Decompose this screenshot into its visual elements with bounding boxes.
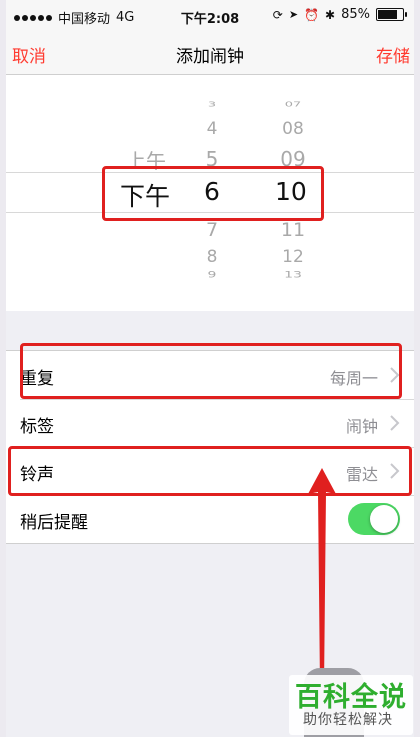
orientation-lock-icon: ⟳ [272, 7, 283, 22]
annotation-arrow-icon [308, 468, 336, 688]
hour-option: 8 [206, 247, 218, 267]
minute-option: 08 [282, 119, 304, 139]
hour-option: 7 [205, 219, 219, 241]
label-value: 闹钟 [345, 417, 378, 436]
hour-option: 4 [206, 119, 218, 139]
snooze-toggle[interactable] [348, 503, 400, 535]
toggle-knob [370, 505, 398, 533]
alarm-screen: 中国移动 4G 下午2:08 ⟳ ➤ ⏰ ✱ 85% 取消 添加闹钟 存储 上午… [6, 0, 414, 737]
minute-option: 07 [284, 100, 302, 109]
navigation-bar: 取消 添加闹钟 存储 [6, 32, 414, 75]
watermark-logo: 百科全说 助你轻松解决 [289, 675, 413, 735]
save-button[interactable]: 存储 [376, 42, 410, 67]
label-label: 标签 [20, 417, 54, 437]
annotation-box-repeat [20, 343, 402, 399]
label-row[interactable]: 标签 闹钟 [6, 399, 414, 447]
page-title: 添加闹钟 [176, 47, 244, 67]
hour-option: 3 [207, 100, 217, 109]
snooze-row: 稍后提醒 [6, 495, 414, 543]
minute-option: 13 [284, 270, 302, 280]
minute-option: 11 [280, 219, 306, 241]
hour-option: 9 [207, 270, 217, 280]
alarm-icon: ⏰ [304, 7, 320, 22]
snooze-label: 稍后提醒 [20, 513, 88, 533]
minute-option: 12 [282, 247, 304, 267]
battery-percent: 85% [341, 7, 370, 22]
annotation-box-sound [8, 446, 412, 496]
watermark-subtitle: 助你轻松解决 [303, 712, 393, 728]
annotation-box-time [102, 166, 324, 221]
battery-icon [376, 8, 407, 21]
bluetooth-icon: ✱ [325, 7, 336, 22]
status-bar: 中国移动 4G 下午2:08 ⟳ ➤ ⏰ ✱ 85% [6, 0, 414, 32]
chevron-right-icon [390, 415, 400, 431]
location-icon: ➤ [288, 8, 299, 21]
